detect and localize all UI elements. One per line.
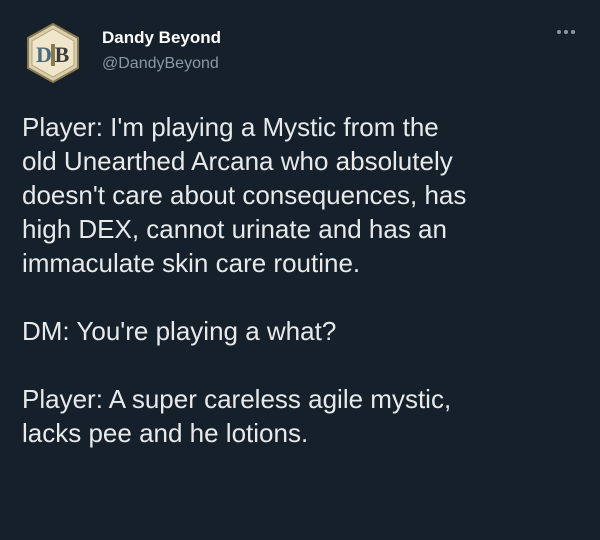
avatar[interactable]: D B bbox=[22, 22, 84, 84]
author-handle[interactable]: @DandyBeyond bbox=[102, 54, 221, 74]
tweet-paragraph: Player: A super careless agile mystic, l… bbox=[22, 384, 452, 448]
svg-text:D: D bbox=[36, 42, 52, 67]
tweet-header: D B Dandy Beyond @DandyBeyond bbox=[22, 22, 578, 84]
tweet-paragraph: DM: You're playing a what? bbox=[22, 316, 337, 346]
svg-text:B: B bbox=[55, 42, 70, 67]
more-horizontal-icon bbox=[557, 30, 575, 34]
more-options-button[interactable] bbox=[554, 22, 578, 42]
d-and-b-logo-icon: D B bbox=[27, 22, 79, 84]
author-identity: Dandy Beyond @DandyBeyond bbox=[102, 28, 221, 74]
author-display-name[interactable]: Dandy Beyond bbox=[102, 28, 221, 48]
tweet-text: Player: I'm playing a Mystic from the ol… bbox=[22, 110, 582, 450]
tweet-paragraph: Player: I'm playing a Mystic from the ol… bbox=[22, 112, 467, 278]
tweet-card: D B Dandy Beyond @DandyBeyond Player: I'… bbox=[0, 0, 600, 540]
